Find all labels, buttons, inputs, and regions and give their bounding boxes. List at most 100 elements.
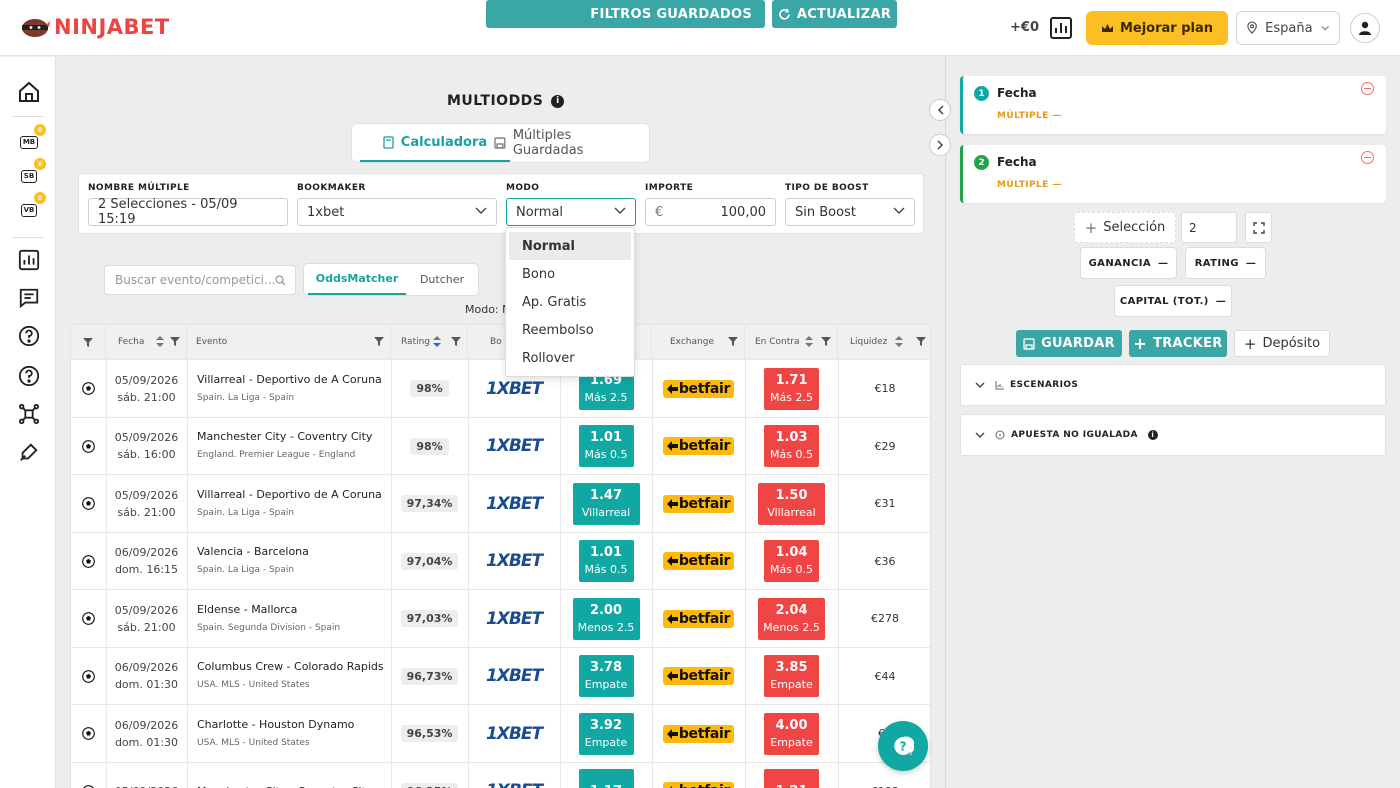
- importe-input[interactable]: € 100,00: [645, 198, 776, 226]
- table-row[interactable]: 05/09/2026 Manchester City - Coventry Cit…: [71, 761, 930, 788]
- exchange-cell[interactable]: betfair: [652, 418, 745, 475]
- bookmaker-cell[interactable]: 1XBET: [468, 648, 560, 705]
- event-cell[interactable]: Valencia - Barcelona Spain. La Liga - Spa…: [197, 533, 391, 590]
- modo-select[interactable]: Normal: [506, 198, 636, 226]
- exchange-cell[interactable]: betfair: [652, 590, 745, 647]
- remove-icon[interactable]: [1361, 151, 1374, 164]
- lay-odds-box[interactable]: 1.03 Más 0.5: [764, 425, 819, 467]
- exchange-cell[interactable]: betfair: [652, 360, 745, 417]
- table-row[interactable]: 06/09/2026 dom. 16:15 Valencia - Barcelona…: [71, 531, 930, 590]
- stats-button[interactable]: [1049, 16, 1073, 40]
- leg-card-1[interactable]: 1 Fecha MÚLTIPLE —: [960, 76, 1386, 134]
- sidebar-item-pen[interactable]: [16, 439, 42, 465]
- tab-multiples-guardadas[interactable]: Múltiples Guardadas: [494, 124, 644, 162]
- header-sport-filter[interactable]: [71, 325, 106, 359]
- lay-odds-cell[interactable]: 4.00 Empate: [745, 705, 838, 762]
- sidebar-item-vb[interactable]: VB ♛: [16, 192, 46, 223]
- event-cell[interactable]: Villarreal - Deportivo de A Coruna Spain.…: [197, 475, 391, 532]
- panel-prev-button[interactable]: [929, 99, 951, 121]
- exchange-cell[interactable]: betfair: [652, 763, 745, 788]
- table-row[interactable]: 06/09/2026 dom. 01:30 Columbus Crew - Colo…: [71, 646, 930, 705]
- header-liquidez[interactable]: Liquidez: [838, 325, 930, 359]
- header-fecha[interactable]: Fecha: [106, 325, 187, 359]
- back-odds-cell[interactable]: 2.00 Menos 2.5: [560, 590, 652, 647]
- escenarios-accordion[interactable]: ESCENARIOS: [960, 364, 1386, 406]
- exchange-cell[interactable]: betfair: [652, 705, 745, 762]
- back-odds-box[interactable]: 1.01 Más 0.5: [578, 540, 634, 582]
- back-odds-cell[interactable]: 1.01 Más 0.5: [560, 533, 652, 590]
- sidebar-item-stats[interactable]: [16, 247, 42, 273]
- tracker-button[interactable]: + TRACKER: [1129, 330, 1227, 357]
- option-rollover[interactable]: Rollover: [509, 344, 631, 372]
- event-cell[interactable]: Eldense - Mallorca Spain. Segunda Divisio…: [197, 590, 391, 647]
- table-row[interactable]: 05/09/2026 sáb. 21:00 Villarreal - Deporti…: [71, 474, 930, 532]
- back-odds-cell[interactable]: 1.17: [560, 763, 652, 788]
- bookmaker-cell[interactable]: 1XBET: [468, 763, 560, 788]
- nombre-input[interactable]: 2 Selecciones - 05/09 15:19: [88, 197, 288, 227]
- lay-odds-box[interactable]: 1.21: [764, 769, 819, 788]
- seleccion-count-input[interactable]: 2: [1181, 212, 1237, 243]
- header-exchange[interactable]: Exchange: [652, 325, 745, 359]
- option-reembolso[interactable]: Reembolso: [509, 316, 631, 344]
- table-row[interactable]: 05/09/2026 sáb. 21:00 Eldense - Mallorca Sp…: [71, 589, 930, 647]
- sidebar-item-help[interactable]: [16, 323, 42, 349]
- lay-odds-box[interactable]: 4.00 Empate: [764, 712, 819, 755]
- exchange-cell[interactable]: betfair: [652, 648, 745, 705]
- lay-odds-box[interactable]: 1.50 Villarreal: [758, 482, 825, 525]
- lay-odds-box[interactable]: 3.85 Empate: [764, 655, 819, 697]
- back-odds-box[interactable]: 1.47 Villarreal: [572, 482, 640, 525]
- back-odds-cell[interactable]: 1.47 Villarreal: [560, 475, 652, 532]
- bookmaker-cell[interactable]: 1XBET: [468, 418, 560, 475]
- help-chat-button[interactable]: ?: [878, 721, 928, 771]
- table-row[interactable]: 06/09/2026 dom. 01:30 Charlotte - Houston …: [71, 704, 930, 762]
- bookmaker-cell[interactable]: 1XBET: [468, 590, 560, 647]
- tab-calculadora[interactable]: Calculadora: [360, 124, 510, 162]
- sidebar-item-mb[interactable]: MB ♛: [16, 124, 46, 155]
- deposito-button[interactable]: + Depósito: [1234, 330, 1330, 357]
- logo[interactable]: NINJABET: [20, 15, 170, 39]
- bookmaker-cell[interactable]: 1XBET: [468, 475, 560, 532]
- sidebar-item-sb[interactable]: SB ♛: [16, 158, 46, 189]
- lay-odds-cell[interactable]: 1.04 Más 0.5: [745, 533, 838, 590]
- back-odds-cell[interactable]: 3.92 Empate: [560, 705, 652, 762]
- table-row[interactable]: 05/09/2026 sáb. 21:00 Villarreal - Deporti…: [71, 359, 930, 417]
- add-seleccion-button[interactable]: + Selección: [1074, 212, 1176, 243]
- header-en-contra[interactable]: En Contra: [745, 325, 838, 359]
- header-evento[interactable]: Evento: [187, 325, 391, 359]
- option-bono[interactable]: Bono: [509, 260, 631, 288]
- exchange-cell[interactable]: betfair: [652, 475, 745, 532]
- upgrade-plan-button[interactable]: Mejorar plan: [1086, 11, 1228, 45]
- sidebar-item-home[interactable]: [16, 79, 42, 105]
- event-cell[interactable]: Manchester City - Coventry City England. …: [197, 418, 391, 475]
- leg-card-2[interactable]: 2 Fecha MÚLTIPLE —: [960, 145, 1386, 203]
- panel-next-button[interactable]: [929, 134, 951, 156]
- search-input[interactable]: Buscar evento/competici...: [104, 265, 296, 295]
- back-odds-cell[interactable]: 1.01 Más 0.5: [560, 418, 652, 475]
- lay-odds-cell[interactable]: 1.03 Más 0.5: [745, 418, 838, 475]
- guardar-button[interactable]: GUARDAR: [1016, 330, 1122, 357]
- lay-odds-cell[interactable]: 1.50 Villarreal: [745, 475, 838, 532]
- apuesta-no-igualada-accordion[interactable]: APUESTA NO IGUALADA i: [960, 414, 1386, 456]
- filtros-guardados-button[interactable]: FILTROS GUARDADOS: [486, 0, 765, 28]
- lay-odds-cell[interactable]: 1.21: [745, 763, 838, 788]
- event-cell[interactable]: Charlotte - Houston Dynamo USA. MLS - Uni…: [197, 705, 391, 762]
- back-odds-box[interactable]: 1.01 Más 0.5: [578, 425, 634, 467]
- sidebar-item-tools[interactable]: [16, 401, 42, 427]
- bookmaker-cell[interactable]: 1XBET: [468, 533, 560, 590]
- info-icon[interactable]: i: [551, 94, 565, 108]
- info-icon[interactable]: i: [1147, 430, 1158, 440]
- option-normal[interactable]: Normal: [509, 232, 631, 260]
- bookmaker-cell[interactable]: 1XBET: [468, 705, 560, 762]
- lay-odds-box[interactable]: 1.04 Más 0.5: [764, 540, 819, 582]
- boost-select[interactable]: Sin Boost: [785, 198, 915, 226]
- header-rating[interactable]: Rating: [391, 325, 468, 359]
- back-odds-box[interactable]: 3.78 Empate: [578, 655, 634, 697]
- table-row[interactable]: 05/09/2026 sáb. 16:00 Manchester City - Co…: [71, 416, 930, 475]
- bookmaker-select[interactable]: 1xbet: [297, 198, 497, 226]
- sidebar-item-faq[interactable]: [16, 363, 42, 389]
- event-cell[interactable]: Manchester City - Coventry City: [197, 763, 391, 788]
- actualizar-button[interactable]: ACTUALIZAR: [772, 0, 897, 28]
- back-odds-box[interactable]: 2.00 Menos 2.5: [572, 597, 640, 640]
- sidebar-item-chat[interactable]: [16, 285, 42, 311]
- lay-odds-cell[interactable]: 3.85 Empate: [745, 648, 838, 705]
